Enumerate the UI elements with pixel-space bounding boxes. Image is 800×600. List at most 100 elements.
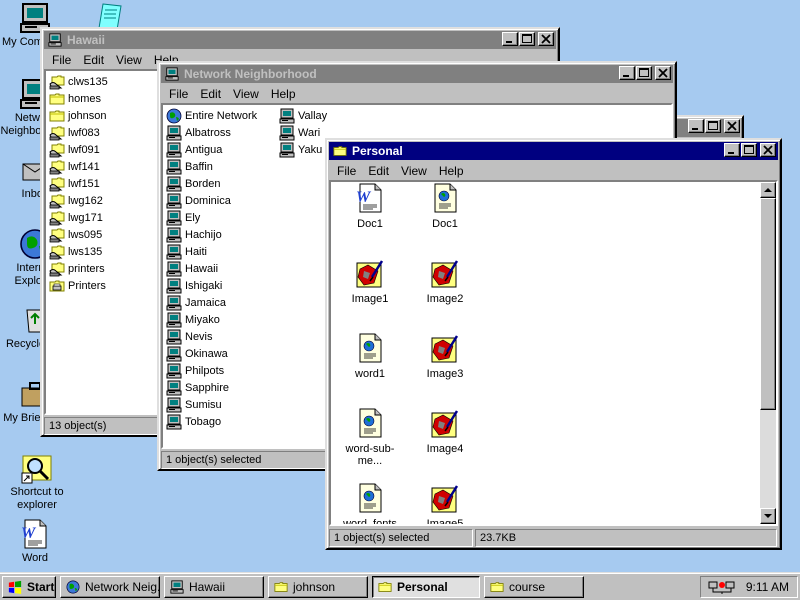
network-computer-item[interactable]: Jamaica [166, 294, 226, 311]
file-item[interactable]: Image1 [335, 257, 405, 305]
scroll-up-button[interactable] [760, 182, 776, 198]
network-computer-item[interactable]: Vallay [279, 107, 327, 124]
start-button[interactable]: Start [2, 576, 56, 598]
minimize-button[interactable] [724, 143, 740, 157]
list-item[interactable]: clws135 [49, 73, 108, 90]
list-item[interactable]: homes [49, 90, 101, 107]
shared-folder-icon [49, 125, 65, 141]
file-item[interactable]: Doc1 [335, 182, 405, 230]
file-item[interactable]: Doc1 [410, 182, 480, 230]
network-computer-item[interactable]: Hawaii [166, 260, 218, 277]
computer-icon [279, 125, 295, 141]
computer-icon [166, 278, 182, 294]
network-computer-item[interactable]: Ishigaki [166, 277, 222, 294]
maximize-button[interactable] [519, 32, 535, 46]
network-computer-item[interactable]: Okinawa [166, 345, 228, 362]
network-computer-item[interactable]: Ely [166, 209, 200, 226]
desktop-icon-explorer-shortcut[interactable]: Shortcut to explorer [2, 452, 72, 512]
network-computer-item[interactable]: Wari [279, 124, 320, 141]
taskbar-button[interactable]: johnson [268, 576, 368, 598]
close-button[interactable] [760, 143, 776, 157]
file-item[interactable]: word1 [335, 332, 405, 380]
network-computer-item[interactable]: Sapphire [166, 379, 229, 396]
list-item[interactable]: lws095 [49, 226, 102, 243]
close-button[interactable] [724, 119, 740, 133]
vertical-scrollbar[interactable] [760, 182, 776, 524]
menu-view[interactable]: View [110, 53, 148, 67]
paint-image-icon [354, 257, 386, 289]
network-computer-item[interactable]: Hachijo [166, 226, 222, 243]
minimize-button[interactable] [502, 32, 518, 46]
network-tray-icon[interactable] [708, 579, 736, 595]
maximize-button[interactable] [705, 119, 721, 133]
maximize-button[interactable] [741, 143, 757, 157]
scroll-thumb[interactable] [760, 198, 776, 410]
entire-network-icon [166, 108, 182, 124]
printers-folder-icon [49, 278, 65, 294]
list-item[interactable]: lwf151 [49, 175, 100, 192]
taskbar-button[interactable]: Personal [372, 576, 480, 598]
folder-icon [489, 580, 505, 594]
network-computer-item[interactable]: Nevis [166, 328, 213, 345]
scroll-down-button[interactable] [760, 508, 776, 524]
list-item[interactable]: printers [49, 260, 105, 277]
file-item[interactable]: Image5 [410, 482, 480, 524]
network-computer-item[interactable]: Sumisu [166, 396, 222, 413]
menu-file[interactable]: File [331, 164, 362, 178]
close-button[interactable] [655, 66, 671, 80]
list-item[interactable]: lwf141 [49, 158, 100, 175]
close-button[interactable] [538, 32, 554, 46]
list-item[interactable]: lwf091 [49, 141, 100, 158]
list-item[interactable]: johnson [49, 107, 107, 124]
network-computer-item[interactable]: Haiti [166, 243, 207, 260]
menu-help[interactable]: Help [433, 164, 470, 178]
menu-edit[interactable]: Edit [77, 53, 110, 67]
list-item[interactable]: lwf083 [49, 124, 100, 141]
file-item[interactable]: Image4 [410, 407, 480, 455]
network-computer-item[interactable]: Dominica [166, 192, 231, 209]
list-item[interactable]: Printers [49, 277, 106, 294]
network-computer-item[interactable]: Philpots [166, 362, 224, 379]
menu-help[interactable]: Help [265, 87, 302, 101]
network-computer-item[interactable]: Entire Network [166, 107, 257, 124]
clock[interactable]: 9:11 AM [746, 580, 789, 594]
folder-icon [273, 580, 289, 594]
menu-view[interactable]: View [395, 164, 433, 178]
personal-window[interactable]: Personal File Edit View Help Doc1 Doc1 Ima… [325, 138, 782, 550]
list-item[interactable]: lws135 [49, 243, 102, 260]
folder-icon [49, 108, 65, 124]
taskbar-button-label: course [509, 580, 546, 594]
network-computer-item[interactable]: Albatross [166, 124, 231, 141]
menu-file[interactable]: File [163, 87, 194, 101]
menu-view[interactable]: View [227, 87, 265, 101]
minimize-button[interactable] [688, 119, 704, 133]
network-computer-item[interactable]: Tobago [166, 413, 221, 430]
list-item[interactable]: lwg162 [49, 192, 103, 209]
network-computer-item[interactable]: Borden [166, 175, 220, 192]
desktop-icon-word[interactable]: Word [0, 518, 70, 565]
taskbar-button[interactable]: course [484, 576, 584, 598]
network-computer-item[interactable]: Miyako [166, 311, 220, 328]
personal-titlebar[interactable]: Personal [329, 142, 778, 160]
minimize-button[interactable] [619, 66, 635, 80]
menu-edit[interactable]: Edit [194, 87, 227, 101]
taskbar-button[interactable]: Network Neig... [60, 576, 160, 598]
status-text: 13 object(s) [49, 420, 107, 432]
file-item[interactable]: Image2 [410, 257, 480, 305]
file-item-label: Image3 [426, 368, 464, 380]
menu-file[interactable]: File [46, 53, 77, 67]
network-computer-item[interactable]: Yaku [279, 141, 322, 158]
file-item[interactable]: word-sub-me... [335, 407, 405, 467]
network-computer-item[interactable]: Baffin [166, 158, 213, 175]
taskbar-button[interactable]: Hawaii [164, 576, 264, 598]
list-item[interactable]: lwg171 [49, 209, 103, 226]
network-titlebar[interactable]: Network Neighborhood [161, 65, 673, 83]
menu-edit[interactable]: Edit [362, 164, 395, 178]
hawaii-titlebar[interactable]: Hawaii [44, 31, 556, 49]
maximize-button[interactable] [636, 66, 652, 80]
file-item[interactable]: word_fonts [335, 482, 405, 524]
network-computer-label: Miyako [185, 313, 220, 326]
computer-icon [47, 33, 63, 47]
network-computer-item[interactable]: Antigua [166, 141, 222, 158]
file-item[interactable]: Image3 [410, 332, 480, 380]
